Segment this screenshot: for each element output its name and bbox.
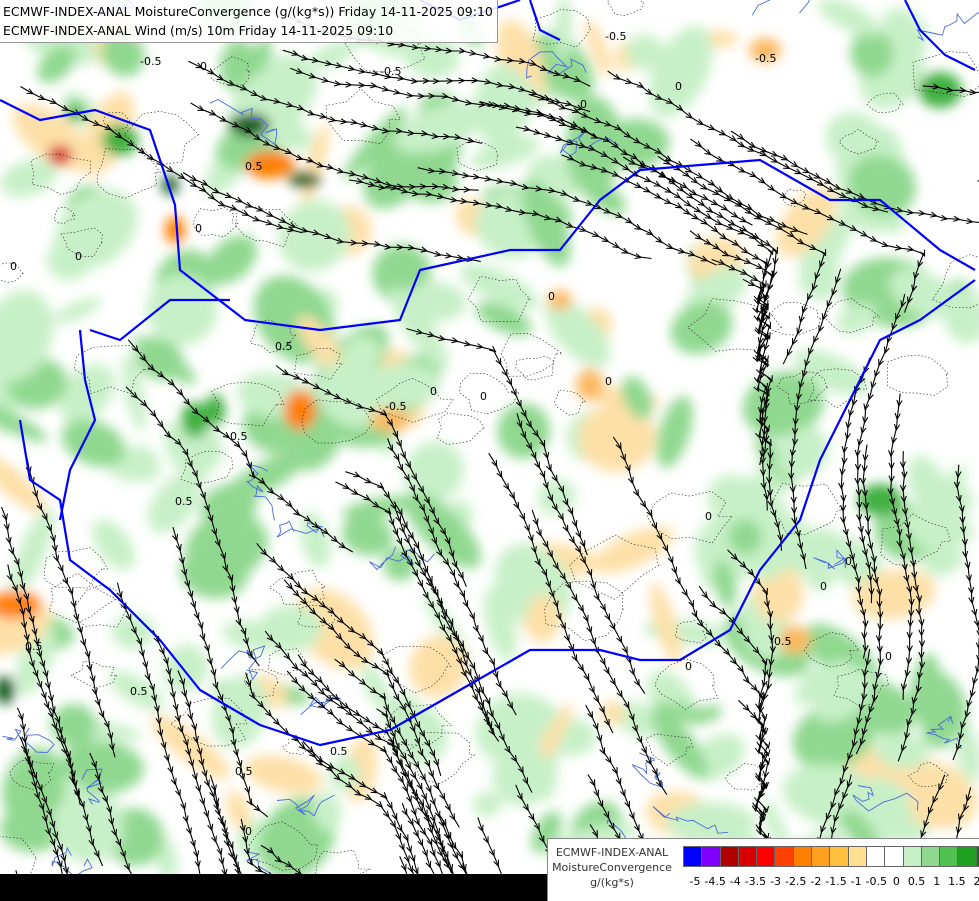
legend-unit: g/(kg*s) bbox=[552, 875, 672, 890]
contour-value-label: 0.5 bbox=[245, 160, 263, 173]
contour-value-label: 0 bbox=[885, 650, 892, 663]
legend-tick: -2 bbox=[810, 875, 821, 888]
legend-swatch bbox=[683, 846, 702, 867]
field-core bbox=[284, 390, 316, 430]
contour-value-label: 0 bbox=[580, 98, 587, 111]
contour-value-label: -0.5 bbox=[380, 65, 401, 78]
title-wind: ECMWF-INDEX-ANAL Wind (m/s) 10m Friday 1… bbox=[3, 21, 493, 40]
contour-value-label: 0.5 bbox=[330, 745, 348, 758]
legend-swatch bbox=[829, 846, 848, 867]
legend-tick: -3 bbox=[770, 875, 781, 888]
legend-tick: -1.5 bbox=[825, 875, 846, 888]
field-core bbox=[289, 172, 321, 188]
contour-value-label: 0.5 bbox=[275, 340, 293, 353]
contour-value-label: 0 bbox=[820, 580, 827, 593]
title-moisture-convergence: ECMWF-INDEX-ANAL MoistureConvergence (g/… bbox=[3, 2, 493, 21]
legend-tick: 0.5 bbox=[908, 875, 926, 888]
legend-tick: -5 bbox=[690, 875, 701, 888]
contour-value-label: 0 bbox=[675, 80, 682, 93]
map-title-box: ECMWF-INDEX-ANAL MoistureConvergence (g/… bbox=[0, 0, 498, 43]
legend-swatch bbox=[720, 846, 739, 867]
contour-value-label: 0 bbox=[245, 825, 252, 838]
legend-swatch bbox=[811, 846, 830, 867]
contour-value-label: 0.5 bbox=[25, 640, 43, 653]
contour-value-label: 0 bbox=[705, 510, 712, 523]
legend-source: ECMWF-INDEX-ANAL bbox=[552, 845, 672, 860]
legend-label: ECMWF-INDEX-ANAL MoistureConvergence g/(… bbox=[552, 845, 672, 890]
legend-tick: -4.5 bbox=[704, 875, 725, 888]
legend-tick: 1.5 bbox=[948, 875, 966, 888]
contour-value-label: -0.5 bbox=[770, 635, 791, 648]
color-legend: ECMWF-INDEX-ANAL MoistureConvergence g/(… bbox=[547, 838, 979, 901]
contour-value-label: -0.5 bbox=[755, 52, 776, 65]
legend-swatch bbox=[903, 846, 922, 867]
contour-value-label: 0 bbox=[480, 390, 487, 403]
field-core bbox=[48, 145, 72, 165]
legend-swatch bbox=[866, 846, 885, 867]
legend-tick: -4 bbox=[730, 875, 741, 888]
contour-value-label: -0.5 bbox=[385, 400, 406, 413]
contour-value-label: 0 bbox=[685, 660, 692, 673]
legend-swatch bbox=[701, 846, 720, 867]
contour-value-label: 0 bbox=[845, 555, 852, 568]
contour-value-label: 0 bbox=[548, 290, 555, 303]
legend-tick-labels: -5-4.5 -4 -3.5 -3 -2.5 -2 -1.5 -1 -0.5 0 0.5 1 1.5 2 bbox=[683, 875, 979, 889]
legend-swatch bbox=[957, 846, 976, 867]
legend-parameter: MoistureConvergence bbox=[552, 860, 672, 875]
field-core bbox=[181, 402, 209, 438]
contour-value-label: 0 bbox=[10, 260, 17, 273]
field-core bbox=[165, 216, 185, 244]
contour-value-label: 0 bbox=[430, 385, 437, 398]
contour-value-label: 0.5 bbox=[230, 430, 248, 443]
legend-swatch bbox=[756, 846, 775, 867]
legend-swatch bbox=[793, 846, 812, 867]
weather-map: -0.5 -0.5 0 -0.5 0.5 0 -0.5 0 0.5 -0.5 0.5 0.5 0 0 0 0 0… bbox=[0, 0, 979, 874]
legend-tick: -2.5 bbox=[785, 875, 806, 888]
legend-swatch bbox=[848, 846, 867, 867]
legend-swatch bbox=[921, 846, 940, 867]
contour-value-label: -0.5 bbox=[605, 30, 626, 43]
legend-tick: 2 bbox=[974, 875, 979, 888]
legend-swatches bbox=[683, 846, 979, 867]
legend-tick: 0 bbox=[893, 875, 900, 888]
contour-value-label: 0.5 bbox=[130, 685, 148, 698]
legend-swatch bbox=[774, 846, 793, 867]
legend-tick: -1 bbox=[851, 875, 862, 888]
legend-swatch bbox=[939, 846, 958, 867]
contour-value-label: 0 bbox=[200, 60, 207, 73]
field-core bbox=[102, 124, 138, 156]
legend-tick: -3.5 bbox=[745, 875, 766, 888]
legend-swatch bbox=[738, 846, 757, 867]
legend-tick: -0.5 bbox=[866, 875, 887, 888]
legend-swatch bbox=[884, 846, 903, 867]
contour-value-label: 0 bbox=[195, 222, 202, 235]
contour-value-label: 0.5 bbox=[175, 495, 193, 508]
contour-value-label: 0.5 bbox=[235, 765, 253, 778]
contour-value-label: -0.5 bbox=[140, 55, 161, 68]
legend-tick: 1 bbox=[933, 875, 940, 888]
contour-value-label: 0 bbox=[605, 375, 612, 388]
contour-value-label: 0 bbox=[75, 250, 82, 263]
